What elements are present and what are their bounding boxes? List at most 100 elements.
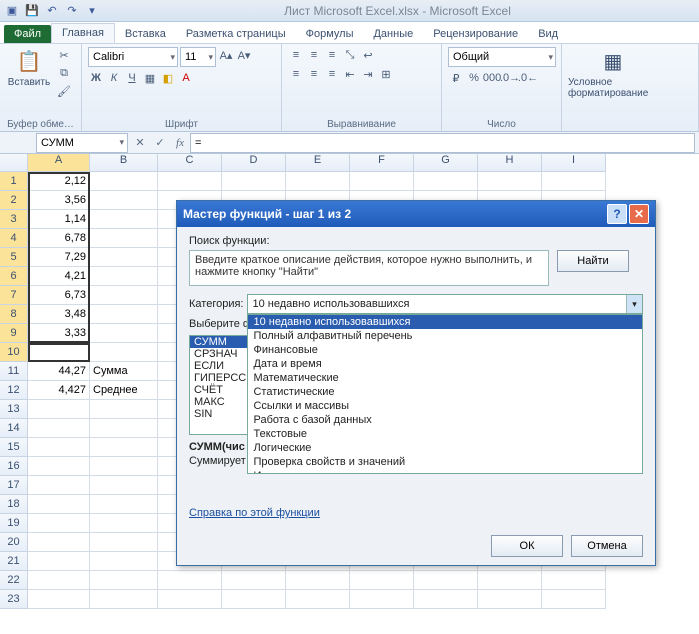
tab-home[interactable]: Главная [51,23,115,43]
align-top-icon[interactable]: ≡ [288,47,304,63]
cell[interactable] [28,495,90,514]
wrap-text-icon[interactable]: ↩ [360,47,376,63]
cell[interactable] [28,552,90,571]
row-header[interactable]: 17 [0,476,28,495]
dropdown-option[interactable]: Математические [248,371,642,385]
row-header[interactable]: 13 [0,400,28,419]
find-button[interactable]: Найти [557,250,629,272]
enter-formula-icon[interactable]: ✓ [150,134,170,152]
dropdown-option[interactable]: Текстовые [248,427,642,441]
cell[interactable] [542,172,606,191]
cell[interactable] [90,343,158,362]
category-combo[interactable]: 10 недавно использовавшихся ▾ 10 недавно… [247,294,643,314]
chevron-down-icon[interactable]: ▾ [626,295,642,313]
cell[interactable] [90,495,158,514]
cell[interactable] [158,571,222,590]
align-left-icon[interactable]: ≡ [288,66,304,82]
cell[interactable] [90,590,158,609]
cell[interactable] [90,514,158,533]
ok-button[interactable]: ОК [491,535,563,557]
column-header[interactable]: A [28,154,90,172]
dropdown-option[interactable]: Инженерные [248,469,642,474]
row-header[interactable]: 16 [0,457,28,476]
cell[interactable]: Среднее [90,381,158,400]
cell[interactable] [222,590,286,609]
cancel-button[interactable]: Отмена [571,535,643,557]
cell[interactable] [158,172,222,191]
cell[interactable]: 6,78 [28,229,90,248]
row-header[interactable]: 6 [0,267,28,286]
row-header[interactable]: 22 [0,571,28,590]
cell[interactable]: 6,73 [28,286,90,305]
cell[interactable] [350,571,414,590]
tab-insert[interactable]: Вставка [115,25,176,43]
row-header[interactable]: 1 [0,172,28,191]
cell[interactable] [286,571,350,590]
cell[interactable]: 3,33 [28,324,90,343]
cell[interactable] [90,305,158,324]
column-header[interactable]: G [414,154,478,172]
cell[interactable] [222,172,286,191]
column-header[interactable]: E [286,154,350,172]
currency-icon[interactable]: ₽ [448,70,464,86]
row-header[interactable]: 12 [0,381,28,400]
cell[interactable] [28,514,90,533]
cell[interactable] [90,267,158,286]
increase-decimal-icon[interactable]: .0→ [502,70,518,86]
cell[interactable]: Сумма [90,362,158,381]
help-link[interactable]: Справка по этой функции [189,507,320,519]
row-header[interactable]: 8 [0,305,28,324]
cell[interactable]: = [28,343,90,362]
cut-icon[interactable]: ✂ [56,47,72,63]
row-header[interactable]: 19 [0,514,28,533]
cell[interactable] [414,590,478,609]
decrease-decimal-icon[interactable]: .0← [520,70,536,86]
dialog-titlebar[interactable]: Мастер функций - шаг 1 из 2 ? ✕ [177,201,655,227]
redo-icon[interactable]: ↷ [64,3,80,19]
cell[interactable] [28,476,90,495]
column-header[interactable]: F [350,154,414,172]
cell[interactable] [542,590,606,609]
cell[interactable] [542,571,606,590]
select-all-corner[interactable] [0,154,28,172]
border-icon[interactable]: ▦ [142,70,158,86]
save-icon[interactable]: 💾 [24,3,40,19]
font-name-combo[interactable]: Calibri [88,47,178,67]
row-header[interactable]: 15 [0,438,28,457]
row-header[interactable]: 14 [0,419,28,438]
cell[interactable] [90,419,158,438]
undo-icon[interactable]: ↶ [44,3,60,19]
cell[interactable] [158,590,222,609]
function-item[interactable]: ЕСЛИ [190,360,248,372]
cell[interactable] [90,400,158,419]
cell[interactable] [478,172,542,191]
cell[interactable]: 4,427 [28,381,90,400]
name-box[interactable]: СУММ [36,133,128,153]
dropdown-option[interactable]: Работа с базой данных [248,413,642,427]
cell[interactable] [90,286,158,305]
cell[interactable] [28,571,90,590]
row-header[interactable]: 5 [0,248,28,267]
function-item[interactable]: СУММ [190,336,248,348]
increase-indent-icon[interactable]: ⇥ [360,66,376,82]
function-item[interactable]: SIN [190,408,248,420]
font-color-icon[interactable]: A [178,70,194,86]
function-list[interactable]: СУММСРЗНАЧЕСЛИГИПЕРСССЧЁТМАКСSIN [189,335,249,435]
font-size-combo[interactable]: 11 [180,47,216,67]
tab-review[interactable]: Рецензирование [423,25,528,43]
column-header[interactable]: C [158,154,222,172]
row-header[interactable]: 20 [0,533,28,552]
cell[interactable] [28,419,90,438]
cell[interactable]: 3,56 [28,191,90,210]
cell[interactable] [90,191,158,210]
cell[interactable] [90,571,158,590]
function-item[interactable]: ГИПЕРСС [190,372,248,384]
cell[interactable] [28,400,90,419]
row-header[interactable]: 3 [0,210,28,229]
function-item[interactable]: МАКС [190,396,248,408]
cell[interactable]: 7,29 [28,248,90,267]
shrink-font-icon[interactable]: A▾ [236,47,252,63]
format-painter-icon[interactable]: 🖌 [56,83,72,99]
decrease-indent-icon[interactable]: ⇤ [342,66,358,82]
cell[interactable] [28,533,90,552]
